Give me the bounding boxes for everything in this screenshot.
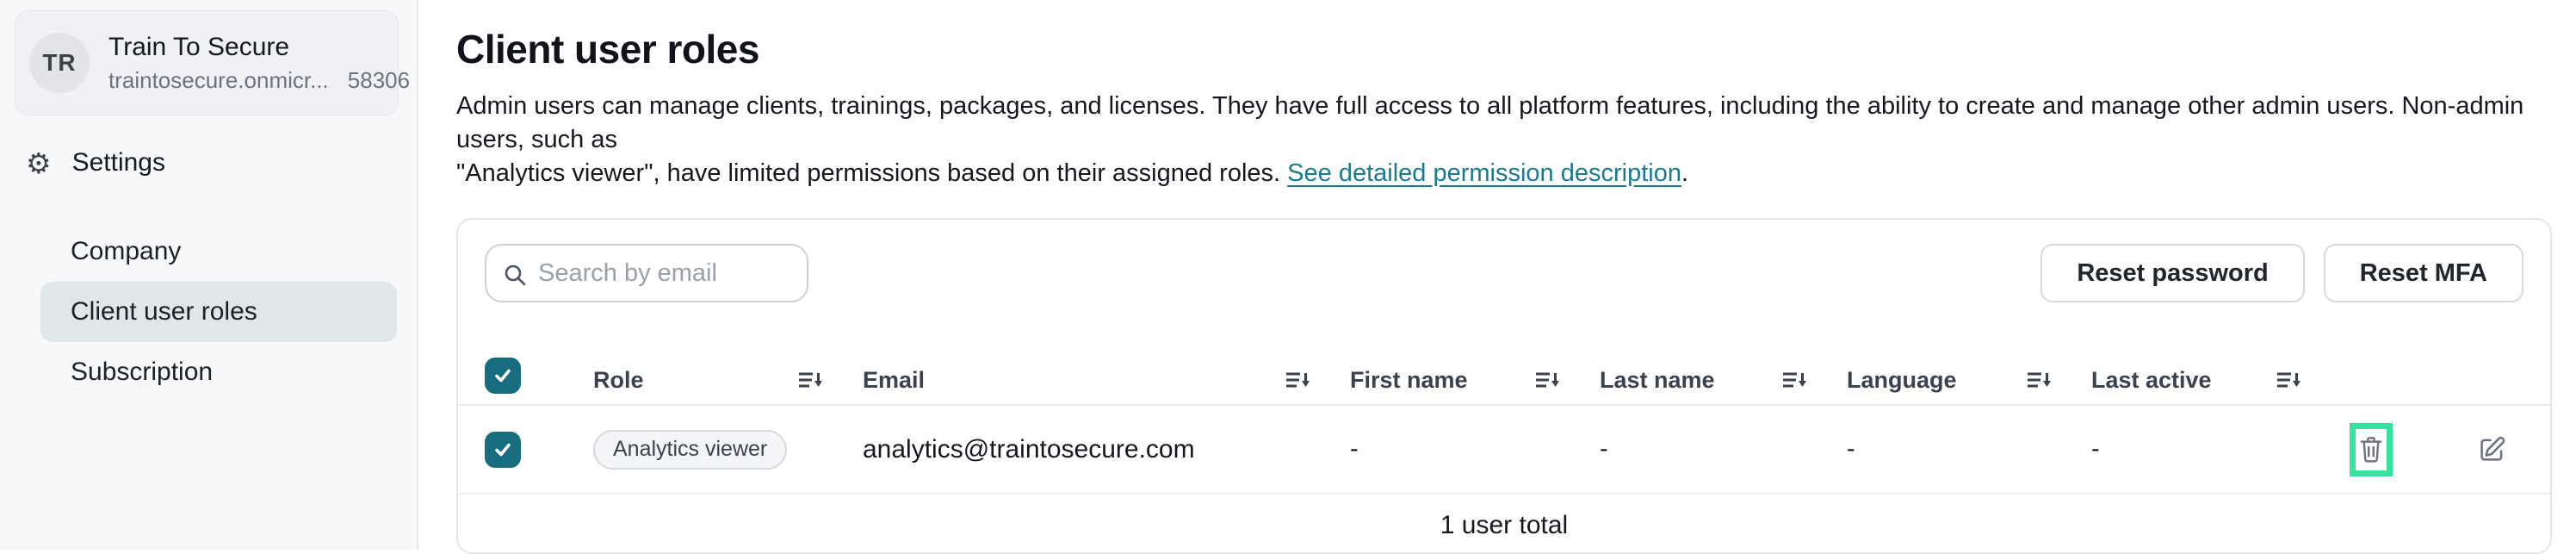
sort-first-name-button[interactable] [1533,369,1560,393]
sidebar-item-subscription[interactable]: Subscription [40,342,397,402]
reset-password-button[interactable]: Reset password [2040,244,2304,302]
row-checkbox-cell [485,432,593,468]
description-line-2-text: "Analytics viewer", have limited permiss… [456,159,1280,187]
header-checkbox-cell [485,358,593,394]
sort-language-button[interactable] [2025,369,2052,393]
user-total-text: 1 user total [1440,511,1568,540]
description-line-2: "Analytics viewer", have limited permiss… [456,157,2552,190]
users-table-card: Reset password Reset MFA Role [456,218,2552,554]
table-header-row: Role Email [458,302,2550,406]
org-sub: traintosecure.onmicr... 58306 [108,67,381,94]
sort-descending-icon [2275,369,2301,393]
settings-nav: Company Client user roles Subscription [0,221,417,402]
users-table: Role Email [458,302,2550,554]
page-title: Client user roles [456,26,2552,72]
edit-user-button[interactable] [2476,434,2507,465]
search-input[interactable] [538,259,792,288]
org-avatar: TR [29,33,90,93]
delete-user-button[interactable] [2356,434,2386,465]
org-switcher-card[interactable]: TR Train To Secure traintosecure.onmicr.… [15,10,399,115]
description-line-1: Admin users can manage clients, training… [456,90,2552,157]
row-first-name-cell: - [1350,435,1600,464]
page-description: Admin users can manage clients, training… [456,90,2552,190]
permission-description-link[interactable]: See detailed permission description [1287,159,1681,187]
sort-descending-icon [1780,369,1807,393]
org-id: 58306 [348,67,410,94]
delete-button-highlight [2350,423,2393,476]
column-header-email: Email [863,367,1350,394]
column-header-last-name: Last name [1600,367,1847,394]
sidebar: TR Train To Secure traintosecure.onmicr.… [0,0,418,550]
sidebar-item-settings[interactable]: ⚙ Settings [0,144,417,182]
sort-last-name-button[interactable] [1780,369,1807,393]
sort-descending-icon [1284,369,1310,393]
org-name: Train To Secure [108,33,381,62]
column-header-role: Role [593,367,863,394]
checkmark-icon [492,439,514,461]
org-avatar-initials: TR [42,49,76,77]
row-actions-cell [2341,423,2550,476]
sort-descending-icon [2025,369,2052,393]
org-meta: Train To Secure traintosecure.onmicr... … [108,33,381,94]
search-box [485,244,808,302]
org-domain: traintosecure.onmicr... [108,67,329,94]
column-header-last-active: Last active [2091,367,2341,394]
column-header-language: Language [1847,367,2091,394]
search-icon [502,262,528,288]
role-badge: Analytics viewer [593,430,787,470]
gear-icon: ⚙ [26,149,52,177]
trash-icon [2356,434,2386,465]
row-role-cell: Analytics viewer [593,430,863,470]
main-content: Client user roles Admin users can manage… [418,0,2576,550]
table-toolbar: Reset password Reset MFA [458,220,2550,302]
row-last-name-cell: - [1600,435,1847,464]
sidebar-item-client-user-roles[interactable]: Client user roles [40,282,397,342]
select-all-checkbox[interactable] [485,358,521,394]
row-last-active-cell: - [2091,435,2341,464]
toolbar-buttons: Reset password Reset MFA [2040,244,2523,302]
sort-descending-icon [1533,369,1560,393]
column-header-first-name: First name [1350,367,1600,394]
settings-label: Settings [72,148,165,177]
checkmark-icon [492,364,514,387]
reset-mfa-button[interactable]: Reset MFA [2324,244,2523,302]
description-period: . [1681,159,1688,187]
row-checkbox[interactable] [485,432,521,468]
edit-pencil-icon [2476,434,2507,465]
table-footer: 1 user total [458,495,2550,554]
user-email: analytics@traintosecure.com [863,435,1195,464]
sort-last-active-button[interactable] [2275,369,2301,393]
row-language-cell: - [1847,435,2091,464]
sort-descending-icon [796,369,823,393]
sort-email-button[interactable] [1284,369,1310,393]
table-row[interactable]: Analytics viewer analytics@traintosecure… [458,406,2550,495]
sidebar-item-company[interactable]: Company [40,221,397,282]
row-email-cell: analytics@traintosecure.com [863,435,1350,464]
sort-role-button[interactable] [796,369,823,393]
